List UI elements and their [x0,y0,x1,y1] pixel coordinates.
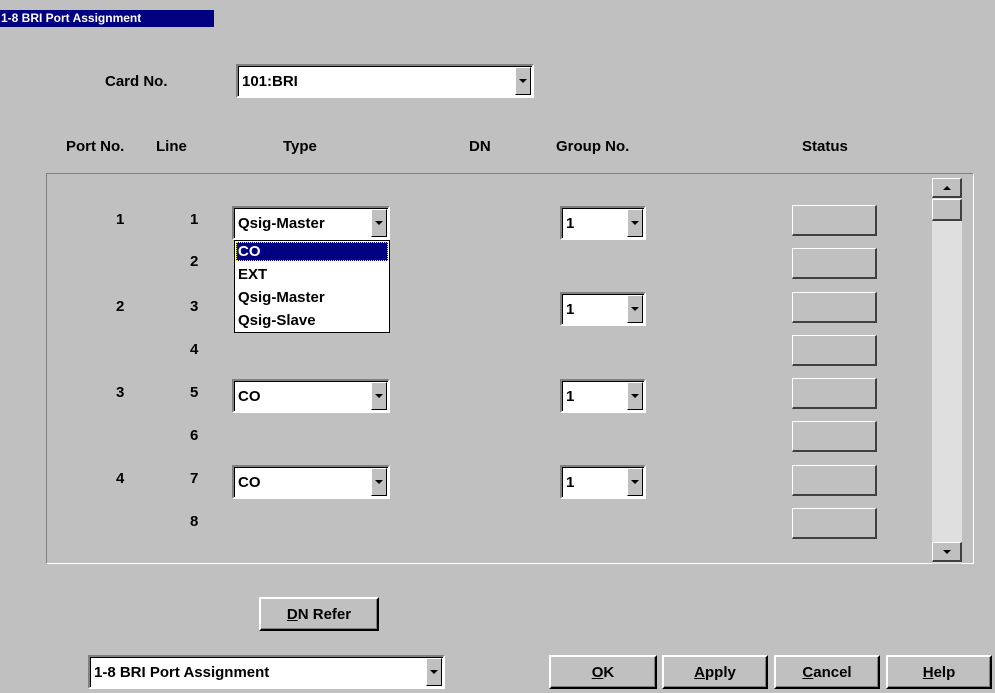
chevron-down-icon[interactable] [627,209,643,237]
status-indicator-line-5[interactable] [792,378,877,409]
status-indicator-line-8[interactable] [792,508,877,539]
dropdown-option-ext[interactable]: EXT [236,267,388,282]
line-number: 6 [190,427,199,444]
vertical-scrollbar[interactable] [932,178,962,564]
chevron-down-icon[interactable] [371,468,387,496]
arrow-down-icon [942,549,951,554]
column-header-dn: DN [469,138,491,155]
scroll-up-button[interactable] [932,178,962,198]
type-select-port-3[interactable]: CO [232,379,390,413]
apply-button[interactable]: Apply [662,655,768,689]
window-title: 1-8 BRI Port Assignment [0,10,214,27]
line-number: 4 [190,341,199,358]
group-select-value: 1 [566,214,575,232]
line-number: 8 [190,513,199,530]
arrow-up-icon [942,185,951,190]
line-number: 7 [190,470,199,487]
ok-button[interactable]: OK [549,655,657,689]
status-indicator-line-3[interactable] [792,292,877,323]
column-header-line: Line [156,138,187,155]
type-select-value: CO [238,473,261,491]
cancel-button[interactable]: Cancel [774,655,880,689]
status-indicator-line-1[interactable] [792,205,877,236]
group-select-value: 1 [566,387,575,405]
chevron-down-icon[interactable] [627,295,643,323]
type-select-port-1[interactable]: Qsig-Master [232,206,390,240]
chevron-down-icon[interactable] [627,468,643,496]
status-indicator-line-4[interactable] [792,335,877,366]
status-indicator-line-6[interactable] [792,421,877,452]
screen-select-value: 1-8 BRI Port Assignment [94,663,270,681]
line-number: 1 [190,211,199,228]
port-number: 4 [116,470,125,487]
column-header-type: Type [283,138,317,155]
port-number: 2 [116,298,125,315]
type-select-value: Qsig-Master [238,214,325,232]
status-indicator-line-2[interactable] [792,248,877,279]
column-header-group-no: Group No. [556,138,630,155]
line-number: 3 [190,298,199,315]
scrollbar-thumb[interactable] [932,199,962,221]
chevron-down-icon[interactable] [371,382,387,410]
group-select-value: 1 [566,473,575,491]
line-number: 5 [190,384,199,401]
dn-refer-button[interactable]: DN Refer [259,597,379,631]
dropdown-option-qsig-slave[interactable]: Qsig-Slave [236,311,388,330]
scroll-down-button[interactable] [932,542,962,562]
port-number: 1 [116,211,125,228]
type-select-value: CO [238,387,261,405]
column-header-status: Status [802,138,848,155]
card-no-value: 101:BRI [242,72,298,90]
help-button[interactable]: Help [886,655,992,689]
card-no-select[interactable]: 101:BRI [236,64,534,98]
status-indicator-line-7[interactable] [792,465,877,496]
card-no-label: Card No. [105,73,168,90]
line-number: 2 [190,253,199,270]
screen-select[interactable]: 1-8 BRI Port Assignment [88,655,445,689]
type-dropdown-list: CO EXT Qsig-Master Qsig-Slave [234,240,390,333]
chevron-down-icon[interactable] [627,382,643,410]
group-select-port-4[interactable]: 1 [560,465,646,499]
dropdown-option-co[interactable]: CO [236,242,388,261]
port-number: 3 [116,384,125,401]
type-select-port-4[interactable]: CO [232,465,390,499]
dropdown-option-qsig-master[interactable]: Qsig-Master [236,288,388,307]
chevron-down-icon[interactable] [371,209,387,237]
group-select-port-1[interactable]: 1 [560,206,646,240]
group-select-port-2[interactable]: 1 [560,292,646,326]
bri-port-assignment-window: 1-8 BRI Port Assignment Card No. 101:BRI… [0,0,995,693]
group-select-port-3[interactable]: 1 [560,379,646,413]
chevron-down-icon[interactable] [515,67,531,95]
group-select-value: 1 [566,300,575,318]
column-header-port-no: Port No. [66,138,125,155]
chevron-down-icon[interactable] [426,658,442,686]
